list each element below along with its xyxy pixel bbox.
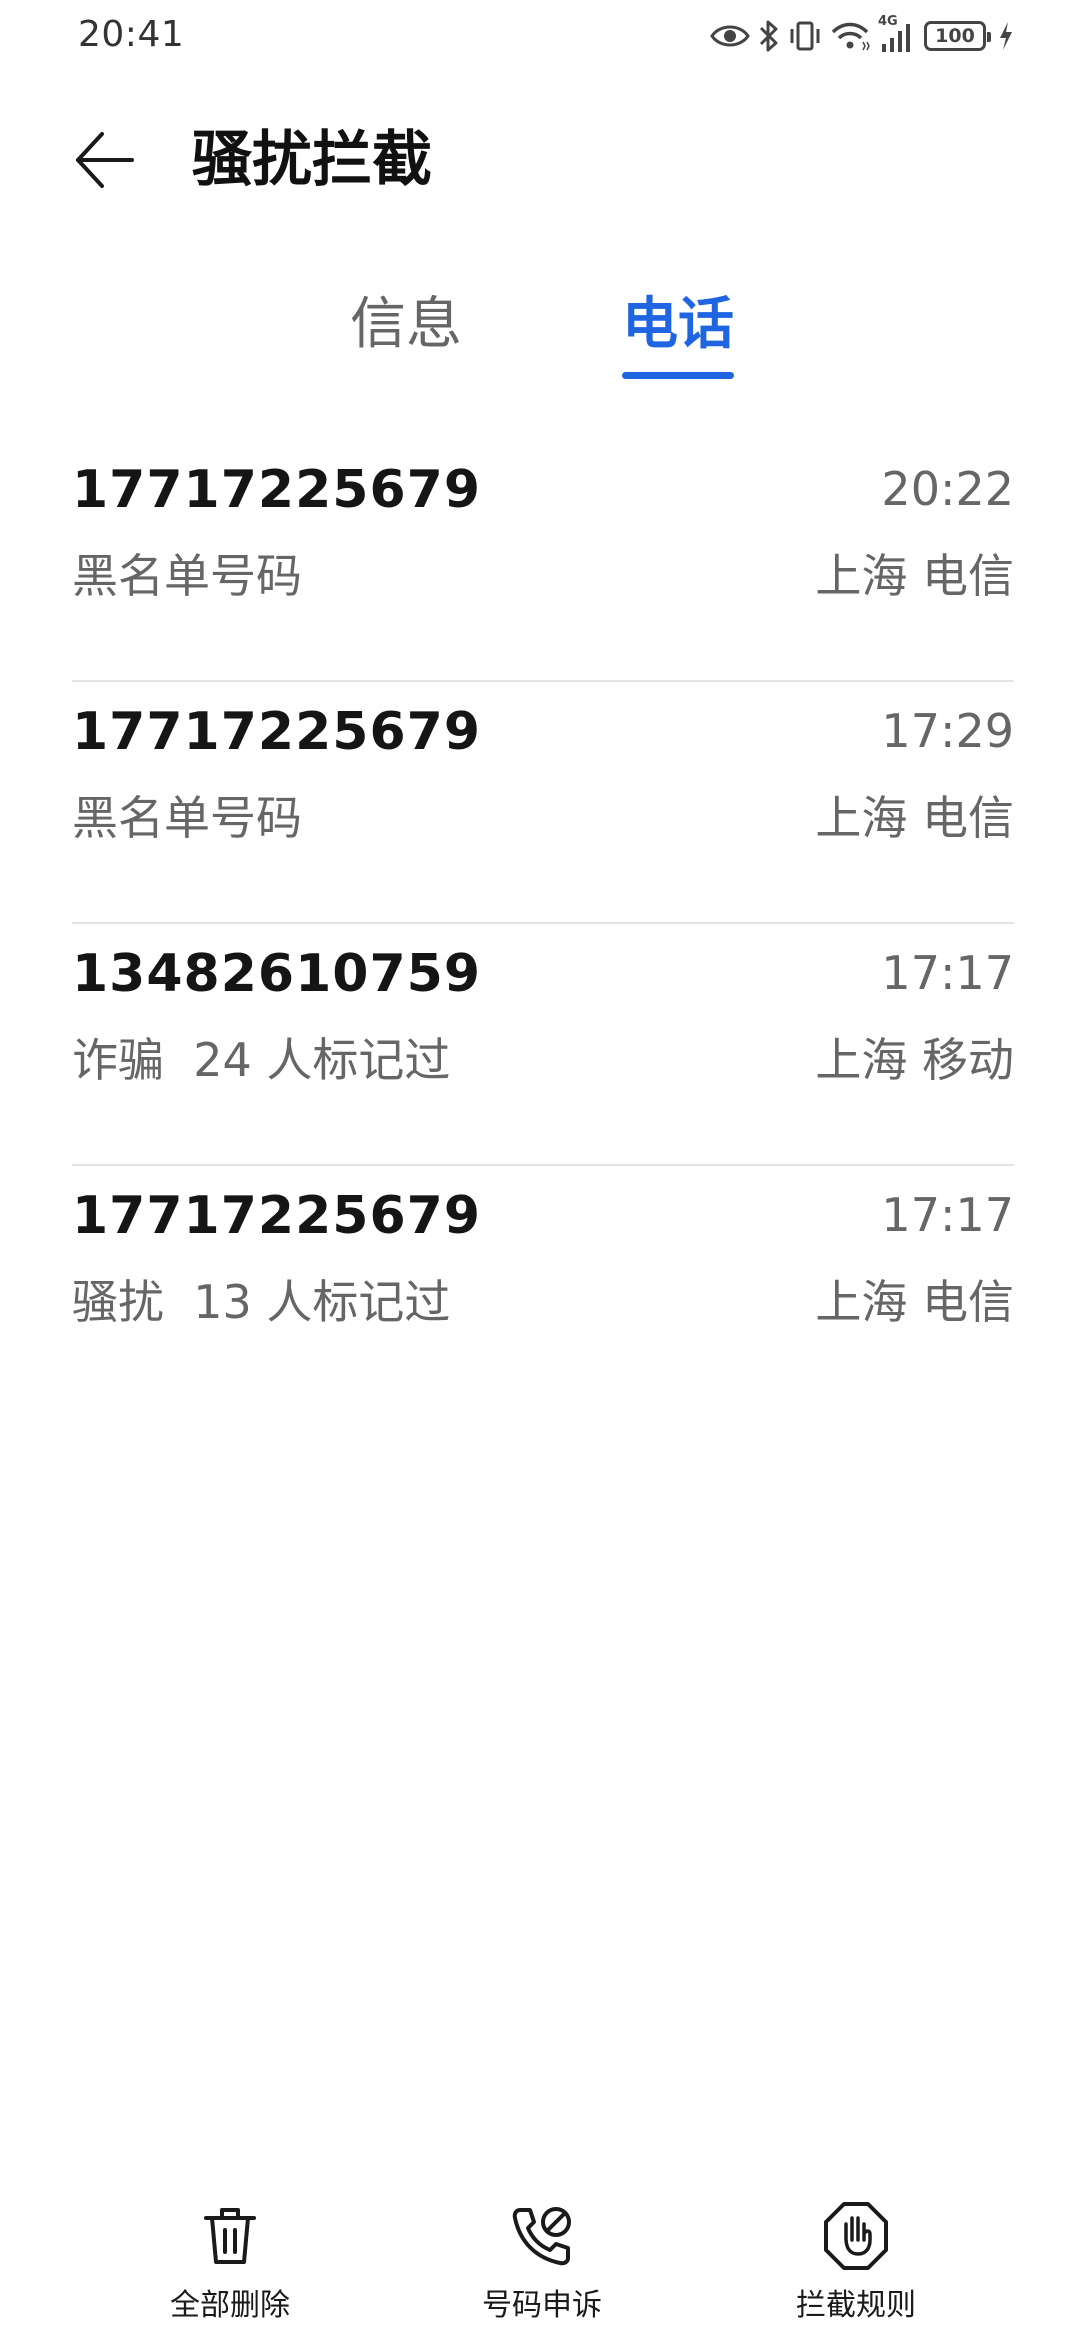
call-row[interactable]: 17717225679 17:29 黑名单号码 上海 电信 <box>72 682 1014 924</box>
status-time: 20:41 <box>78 14 185 55</box>
arrow-left-icon <box>76 132 134 188</box>
number-appeal-label: 号码申诉 <box>482 2288 602 2323</box>
back-button[interactable] <box>68 124 140 196</box>
app-screen: 20:41 4G 100 骚扰拦截 信息 电话 17717225679 20:2… <box>0 0 1080 2340</box>
trash-icon <box>204 2208 256 2264</box>
eye-comfort-icon <box>710 25 750 47</box>
delete-all-button[interactable]: 全部删除 <box>110 2200 350 2330</box>
call-location: 上海 电信 <box>815 1275 1014 1329</box>
call-row[interactable]: 17717225679 20:22 黑名单号码 上海 电信 <box>72 440 1014 682</box>
tab-bar: 信息 电话 <box>0 280 1080 400</box>
block-rules-button[interactable]: 拦截规则 <box>736 2200 976 2330</box>
call-time: 20:22 <box>881 462 1014 516</box>
phone-appeal-icon <box>512 2207 571 2266</box>
battery-icon: 100 <box>924 21 991 51</box>
call-number: 17717225679 <box>72 702 481 762</box>
wifi-icon <box>831 22 870 51</box>
status-bar: 20:41 4G 100 <box>0 0 1080 72</box>
call-time: 17:17 <box>881 946 1014 1000</box>
call-time: 17:17 <box>881 1188 1014 1242</box>
call-label: 黑名单号码 <box>72 791 302 845</box>
call-time: 17:29 <box>881 704 1014 758</box>
tab-messages[interactable]: 信息 <box>346 280 466 390</box>
call-label: 诈骗 24 人标记过 <box>72 1033 451 1087</box>
call-label: 黑名单号码 <box>72 549 302 603</box>
call-number: 17717225679 <box>72 460 481 520</box>
delete-all-label: 全部删除 <box>170 2288 290 2323</box>
call-row[interactable]: 17717225679 17:17 骚扰 13 人标记过 上海 电信 <box>72 1166 1014 1408</box>
call-number: 17717225679 <box>72 1186 481 1246</box>
call-location: 上海 电信 <box>815 549 1014 603</box>
status-icons: 4G 100 <box>710 14 1014 56</box>
call-number: 13482610759 <box>72 944 481 1004</box>
battery-level: 100 <box>935 25 975 47</box>
charging-icon <box>1000 22 1012 50</box>
call-label: 骚扰 13 人标记过 <box>72 1275 451 1329</box>
call-row[interactable]: 13482610759 17:17 诈骗 24 人标记过 上海 移动 <box>72 924 1014 1166</box>
blocked-call-list: 17717225679 20:22 黑名单号码 上海 电信 1771722567… <box>72 440 1014 1408</box>
number-appeal-button[interactable]: 号码申诉 <box>422 2200 662 2330</box>
bluetooth-icon <box>759 20 778 52</box>
block-rules-label: 拦截规则 <box>796 2288 916 2323</box>
page-title: 骚扰拦截 <box>192 125 432 195</box>
vibrate-icon <box>790 21 820 51</box>
signal-icon: 4G <box>878 14 916 54</box>
call-location: 上海 电信 <box>815 791 1014 845</box>
hand-stop-icon <box>824 2202 888 2270</box>
active-tab-indicator <box>622 372 734 379</box>
call-location: 上海 移动 <box>815 1033 1014 1087</box>
bottom-toolbar: 全部删除 号码申诉 拦截规则 <box>0 2200 1080 2340</box>
app-header: 骚扰拦截 <box>0 110 1080 210</box>
